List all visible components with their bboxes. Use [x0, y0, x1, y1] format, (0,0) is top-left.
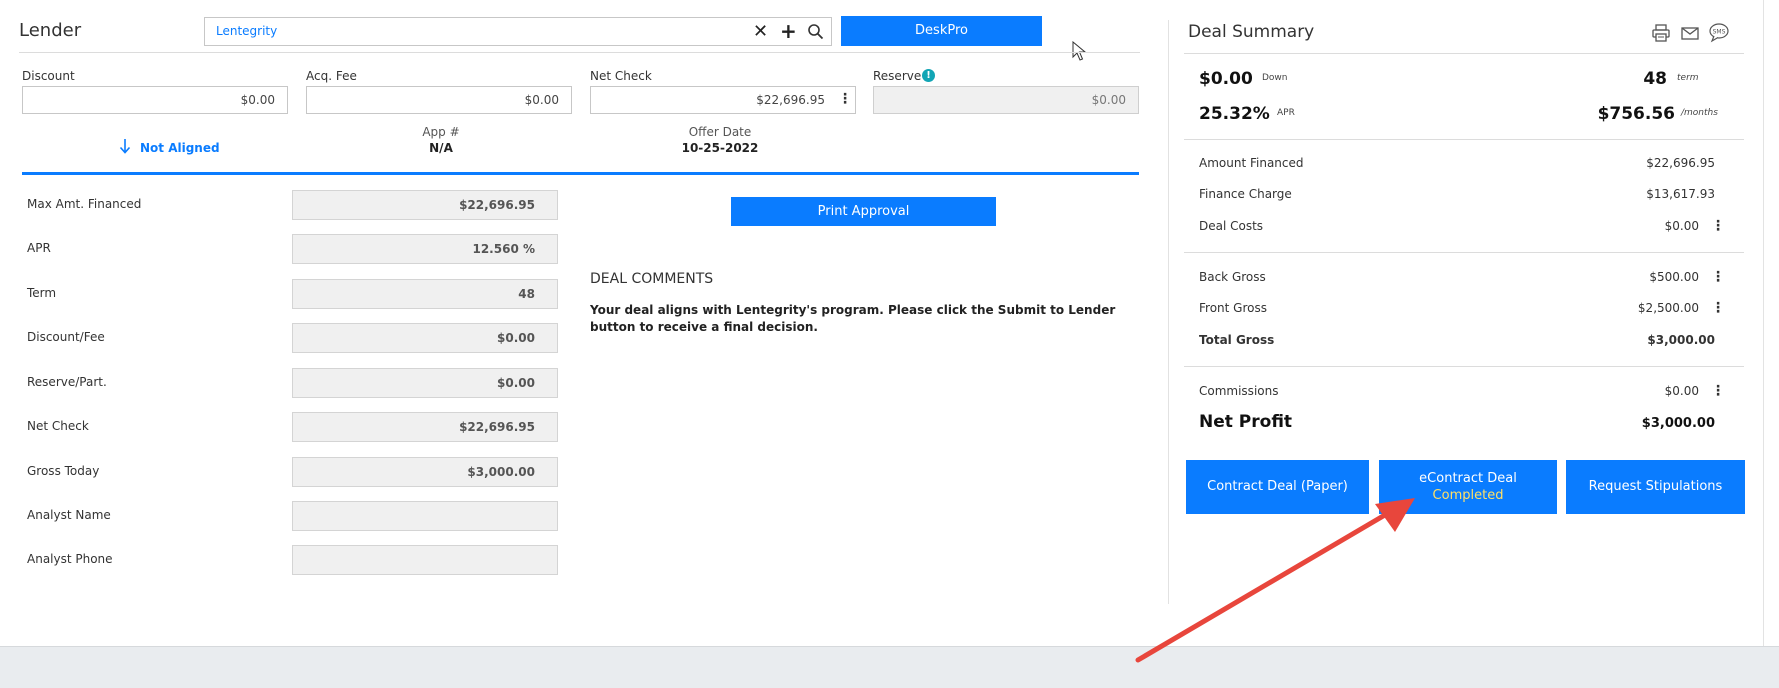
- deal-summary-title: Deal Summary: [1188, 22, 1315, 42]
- front-gross-row: Front Gross $2,500.00: [1199, 301, 1699, 315]
- lender-search-input[interactable]: Lentegrity: [216, 24, 277, 38]
- lender-search-box[interactable]: Lentegrity ✕ +: [204, 17, 832, 46]
- back-gross-label: Back Gross: [1199, 270, 1266, 284]
- reserve-input: $0.00: [873, 86, 1139, 114]
- approval-row-label: Term: [27, 286, 57, 300]
- arrow-down-icon: [119, 139, 131, 154]
- summary-divider: [1184, 139, 1744, 140]
- request-stipulations-button[interactable]: Request Stipulations: [1566, 460, 1745, 514]
- acq-fee-input[interactable]: $0.00: [306, 86, 572, 114]
- deal-costs-row: Deal Costs $0.00: [1199, 219, 1699, 233]
- approval-row-label: APR: [27, 241, 51, 255]
- finance-charge-row: Finance Charge $13,617.93: [1199, 187, 1715, 201]
- front-gross-value: $2,500.00: [1637, 301, 1699, 315]
- payment-value: $756.56: [1597, 104, 1675, 124]
- summary-divider: [1184, 252, 1744, 253]
- plus-icon[interactable]: +: [780, 19, 797, 43]
- printer-icon[interactable]: [1651, 23, 1671, 43]
- term-value: 48: [1643, 69, 1667, 89]
- net-check-menu-icon[interactable]: ⋮: [838, 92, 852, 106]
- net-check-input[interactable]: $22,696.95: [590, 86, 856, 114]
- app-number-value: N/A: [429, 141, 453, 155]
- down-unit: Down: [1262, 73, 1288, 83]
- svg-text:SMS: SMS: [1713, 29, 1726, 36]
- discount-input[interactable]: $0.00: [22, 86, 288, 114]
- acq-fee-label: Acq. Fee: [306, 69, 357, 83]
- deskpro-button[interactable]: DeskPro: [841, 16, 1042, 46]
- total-gross-label: Total Gross: [1199, 333, 1275, 347]
- finance-charge-label: Finance Charge: [1199, 187, 1292, 201]
- net-profit-label: Net Profit: [1199, 412, 1293, 432]
- front-gross-menu-icon[interactable]: ⋮: [1711, 301, 1725, 315]
- total-gross-value: $3,000.00: [1647, 333, 1715, 347]
- amount-financed-label: Amount Financed: [1199, 156, 1304, 170]
- approval-row-value: [292, 501, 558, 531]
- approval-row-value: $3,000.00: [292, 457, 558, 487]
- envelope-icon[interactable]: [1680, 23, 1700, 43]
- finance-charge-value: $13,617.93: [1646, 187, 1715, 201]
- deal-costs-menu-icon[interactable]: ⋮: [1711, 219, 1725, 233]
- deal-costs-label: Deal Costs: [1199, 219, 1264, 233]
- approval-row-label: Gross Today: [27, 464, 100, 478]
- right-gutter: [1763, 0, 1779, 646]
- approval-row-label: Discount/Fee: [27, 330, 105, 344]
- net-profit-row: Net Profit $3,000.00: [1199, 412, 1715, 432]
- annotation-arrow-icon: [1135, 498, 1415, 663]
- clear-icon[interactable]: ✕: [753, 21, 768, 42]
- approval-row-value: 12.560 %: [292, 234, 558, 264]
- commissions-value: $0.00: [1664, 384, 1699, 398]
- approval-row-label: Reserve/Part.: [27, 375, 107, 389]
- deal-costs-value: $0.00: [1664, 219, 1699, 233]
- info-icon[interactable]: !: [922, 69, 935, 82]
- apr-value: 25.32%: [1199, 104, 1270, 124]
- header-divider: [19, 52, 1140, 53]
- amount-financed-row: Amount Financed $22,696.95: [1199, 156, 1715, 170]
- approval-row-label: Net Check: [27, 419, 89, 433]
- print-approval-button[interactable]: Print Approval: [731, 197, 996, 226]
- approval-row-label: Analyst Name: [27, 508, 111, 522]
- back-gross-value: $500.00: [1649, 270, 1699, 284]
- summary-divider: [1184, 366, 1744, 367]
- deal-panel: Lender Lentegrity ✕ + DeskPro Discount $…: [0, 0, 1779, 647]
- commissions-label: Commissions: [1199, 384, 1279, 398]
- app-number-label: App #: [422, 125, 460, 139]
- alignment-status: Not Aligned: [140, 141, 220, 155]
- status-divider: [22, 172, 1139, 175]
- approval-row-value: $0.00: [292, 323, 558, 353]
- offer-date-value: 10-25-2022: [681, 141, 759, 155]
- back-gross-row: Back Gross $500.00: [1199, 270, 1699, 284]
- term-unit: term: [1677, 73, 1699, 83]
- summary-top-divider: [1184, 53, 1744, 54]
- down-value: $0.00: [1199, 69, 1253, 89]
- sms-icon[interactable]: SMS: [1708, 21, 1730, 43]
- commissions-menu-icon[interactable]: ⋮: [1711, 384, 1725, 398]
- net-check-label: Net Check: [590, 69, 652, 83]
- approval-row-value: $0.00: [292, 368, 558, 398]
- front-gross-label: Front Gross: [1199, 301, 1267, 315]
- approval-row-value: $22,696.95: [292, 190, 558, 220]
- econtract-label: eContract Deal: [1419, 471, 1517, 486]
- amount-financed-value: $22,696.95: [1646, 156, 1715, 170]
- search-icon[interactable]: [807, 23, 824, 40]
- commissions-row: Commissions $0.00: [1199, 384, 1699, 398]
- approval-row-label: Max Amt. Financed: [27, 197, 142, 211]
- approval-row-label: Analyst Phone: [27, 552, 113, 566]
- lender-title: Lender: [19, 20, 82, 41]
- approval-row-value: 48: [292, 279, 558, 309]
- net-profit-value: $3,000.00: [1641, 416, 1715, 431]
- offer-date-label: Offer Date: [688, 125, 752, 139]
- approval-row-value: [292, 545, 558, 575]
- total-gross-row: Total Gross $3,000.00: [1199, 333, 1715, 347]
- apr-unit: APR: [1277, 108, 1295, 118]
- deal-comments-title: DEAL COMMENTS: [590, 271, 714, 287]
- payment-unit: /months: [1681, 108, 1718, 118]
- reserve-label: Reserve: [873, 69, 922, 83]
- approval-row-value: $22,696.95: [292, 412, 558, 442]
- discount-label: Discount: [22, 69, 75, 83]
- back-gross-menu-icon[interactable]: ⋮: [1711, 270, 1725, 284]
- deal-comments-text: Your deal aligns with Lentegrity's progr…: [590, 303, 1116, 334]
